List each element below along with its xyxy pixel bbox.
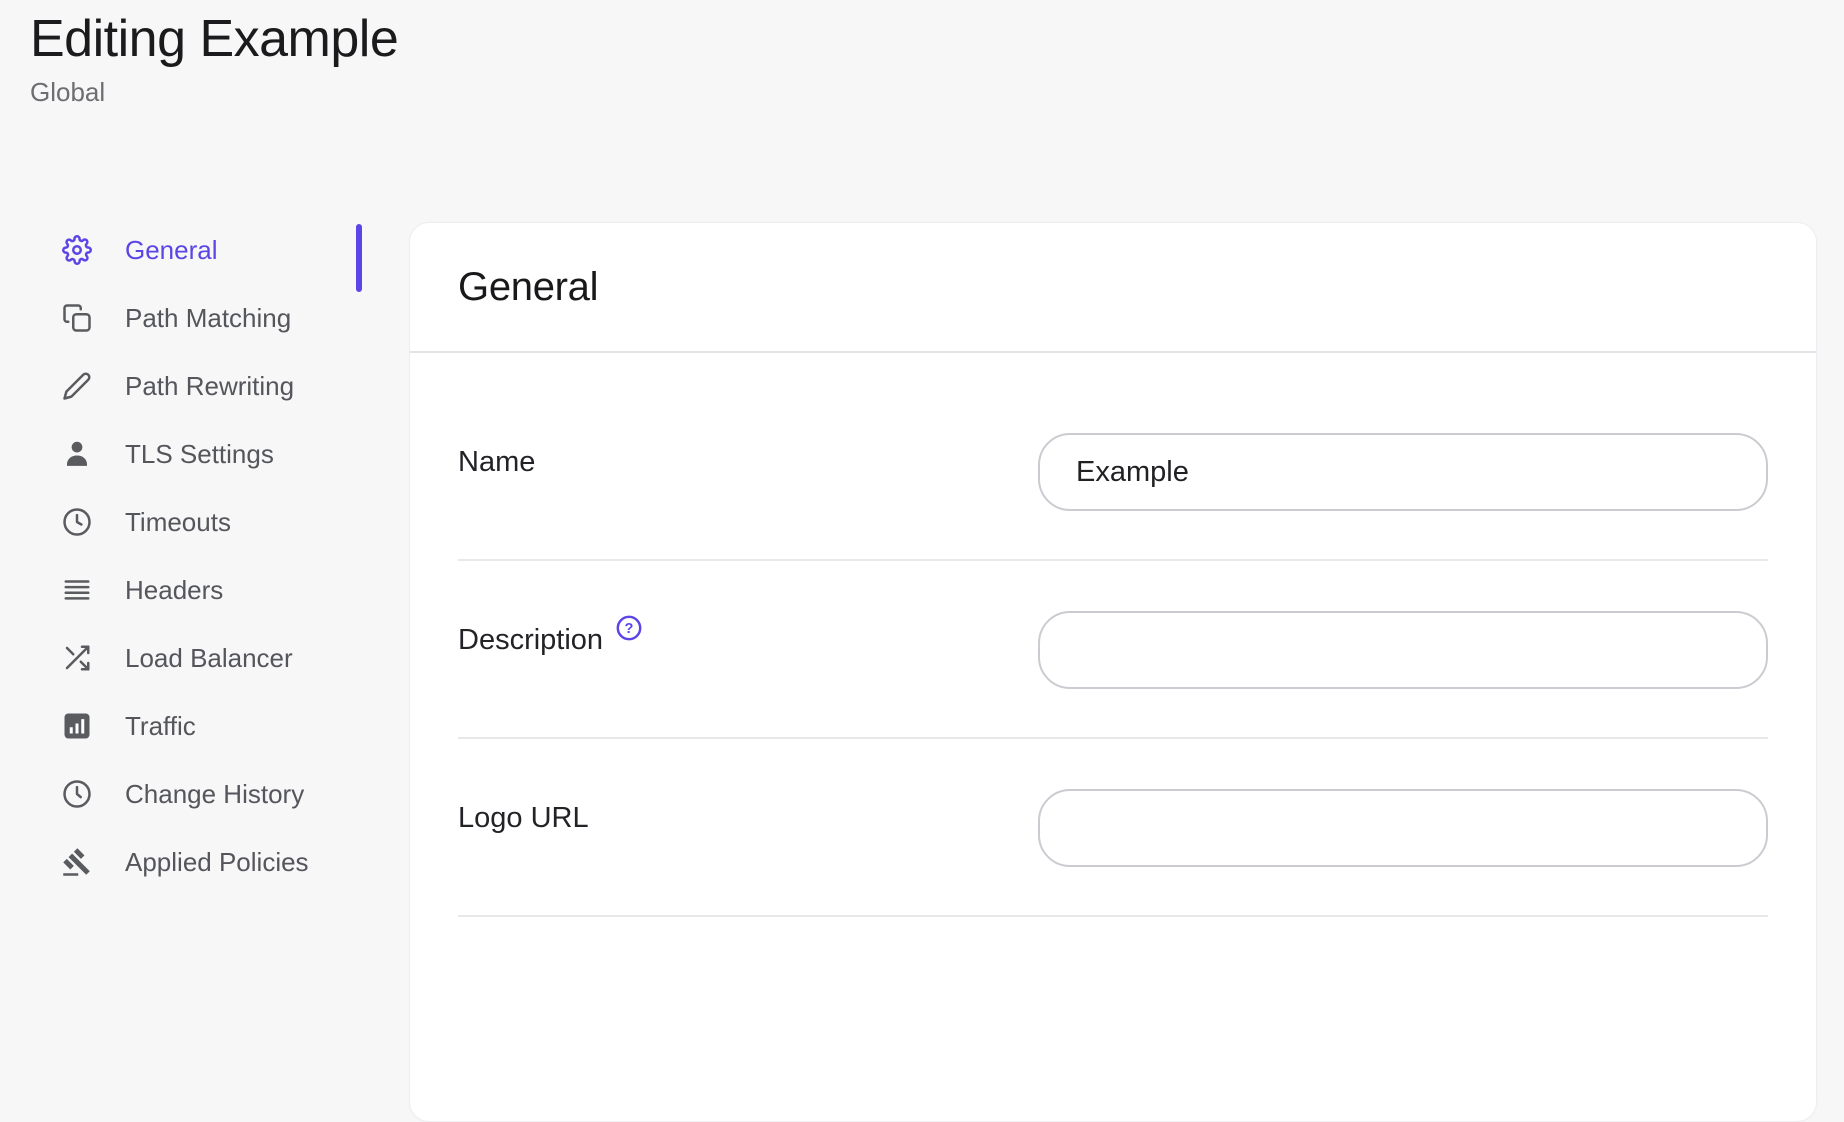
sidebar-item-headers[interactable]: Headers — [30, 556, 360, 624]
shuffle-icon — [62, 643, 92, 673]
sidebar-item-label: Headers — [125, 575, 223, 606]
history-icon — [62, 779, 92, 809]
panel-title: General — [458, 265, 598, 310]
active-nav-indicator — [356, 224, 362, 292]
description-input[interactable] — [1038, 611, 1768, 689]
description-field-row: Description ? — [410, 561, 1816, 739]
sidebar-item-general[interactable]: General — [30, 216, 360, 284]
sidebar-item-label: Traffic — [125, 711, 196, 742]
logo-url-input[interactable] — [1038, 789, 1768, 867]
sidebar-item-timeouts[interactable]: Timeouts — [30, 488, 360, 556]
sidebar-item-label: Path Rewriting — [125, 371, 294, 402]
help-icon[interactable]: ? — [615, 614, 643, 642]
lines-icon — [62, 575, 92, 605]
logo-url-field-row: Logo URL — [410, 739, 1816, 917]
bar-chart-icon — [62, 711, 92, 741]
svg-text:?: ? — [625, 621, 634, 637]
page-title: Editing Example — [30, 6, 398, 72]
page-subtitle: Global — [30, 76, 398, 108]
sidebar-item-label: General — [125, 235, 218, 266]
name-field-row: Name — [410, 353, 1816, 561]
pencil-icon — [62, 371, 92, 401]
gavel-icon — [62, 847, 92, 877]
logo-url-field-label: Logo URL — [458, 802, 589, 835]
page-header: Editing Example Global — [30, 6, 398, 108]
settings-sidebar: General Path Matching Path Rewriting TLS… — [30, 216, 360, 896]
sidebar-item-label: TLS Settings — [125, 439, 274, 470]
sidebar-item-label: Change History — [125, 779, 304, 810]
sidebar-item-path-matching[interactable]: Path Matching — [30, 284, 360, 352]
sidebar-item-label: Timeouts — [125, 507, 231, 538]
general-settings-panel: General Name Description ? Logo URL — [409, 222, 1817, 1122]
gear-icon — [62, 235, 92, 265]
sidebar-item-applied-policies[interactable]: Applied Policies — [30, 828, 360, 896]
name-field-label: Name — [458, 446, 535, 479]
sidebar-item-label: Path Matching — [125, 303, 291, 334]
sidebar-item-traffic[interactable]: Traffic — [30, 692, 360, 760]
person-icon — [62, 439, 92, 469]
sidebar-item-label: Applied Policies — [125, 847, 309, 878]
sidebar-item-tls-settings[interactable]: TLS Settings — [30, 420, 360, 488]
sidebar-item-load-balancer[interactable]: Load Balancer — [30, 624, 360, 692]
copy-icon — [62, 303, 92, 333]
clock-icon — [62, 507, 92, 537]
sidebar-item-label: Load Balancer — [125, 643, 293, 674]
sidebar-item-change-history[interactable]: Change History — [30, 760, 360, 828]
panel-header: General — [410, 223, 1816, 353]
name-input[interactable] — [1038, 433, 1768, 511]
description-field-label: Description — [458, 624, 603, 657]
sidebar-item-path-rewriting[interactable]: Path Rewriting — [30, 352, 360, 420]
